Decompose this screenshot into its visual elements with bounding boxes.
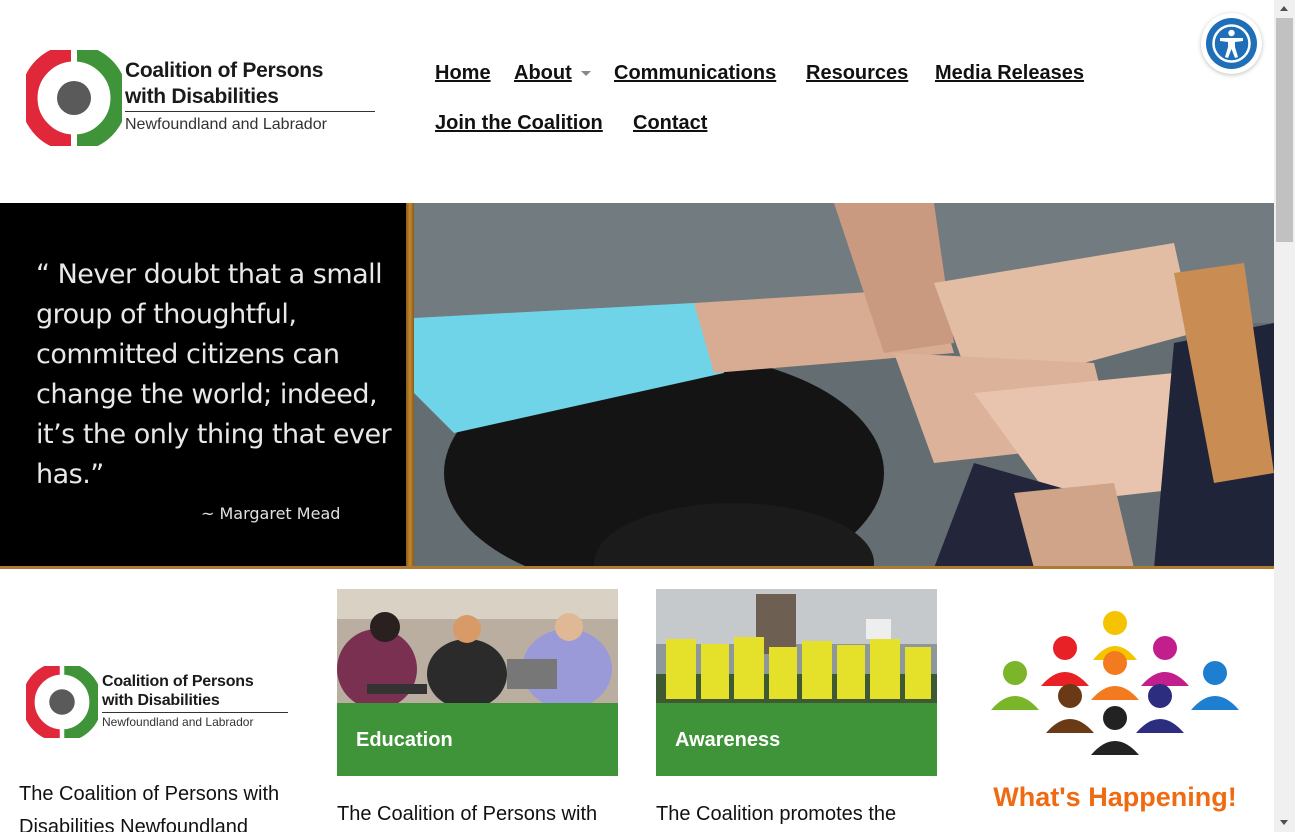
small-logo-line-1: Coalition of Persons (102, 673, 254, 690)
logo-line-3: Newfoundland and Labrador (125, 116, 327, 133)
nav-media-releases[interactable]: Media Releases (935, 62, 1084, 85)
site-logo[interactable]: Coalition of Persons with Disabilities N… (18, 40, 398, 158)
nav-about-label: About (514, 62, 572, 84)
hero-bottom-rule (0, 566, 1274, 569)
hero-divider (406, 203, 414, 568)
nav-home[interactable]: Home (435, 62, 491, 85)
awareness-photo (656, 589, 937, 703)
hero-quote: “ Never doubt that a small group of thou… (36, 259, 392, 490)
nav-communications[interactable]: Communications (614, 62, 776, 85)
people-group-icon (991, 611, 1239, 755)
hero-banner: “ Never doubt that a small group of thou… (0, 203, 1274, 568)
nav-about[interactable]: About (514, 62, 591, 85)
education-photo (337, 589, 618, 703)
accessibility-icon (1206, 18, 1257, 69)
nav-resources[interactable]: Resources (806, 62, 908, 85)
small-logo-line-3: Newfoundland and Labrador (102, 715, 254, 729)
scroll-down-icon[interactable] (1280, 820, 1288, 825)
awareness-card[interactable]: Awareness (656, 589, 937, 776)
logo-line-1: Coalition of Persons (125, 59, 324, 82)
nav-join-the-coalition[interactable]: Join the Coalition (435, 112, 603, 135)
small-logo-divider (102, 712, 288, 713)
logo-divider (125, 111, 375, 112)
site-header: Coalition of Persons with Disabilities N… (0, 0, 1274, 203)
accessibility-button[interactable] (1201, 13, 1262, 74)
about-intro-text: The Coalition of Persons with Disabiliti… (19, 783, 280, 832)
education-card[interactable]: Education (337, 589, 618, 776)
page-scrollbar[interactable] (1274, 0, 1295, 832)
coalition-logo-mark-small (26, 666, 98, 738)
education-text: The Coalition of Persons with (337, 803, 598, 825)
scrollbar-thumb[interactable] (1276, 18, 1293, 242)
coalition-logo-mark (26, 50, 122, 146)
scroll-up-icon[interactable] (1280, 6, 1288, 11)
hands-together-photo (414, 203, 1274, 568)
logo-line-2: with Disabilities (125, 85, 279, 108)
small-logo-line-2: with Disabilities (102, 692, 220, 709)
awareness-text: The Coalition promotes the (656, 803, 897, 825)
nav-contact[interactable]: Contact (633, 112, 707, 135)
awareness-label: Awareness (656, 703, 937, 776)
chevron-down-icon (580, 71, 591, 77)
hero-attribution: ~ Margaret Mead (201, 504, 341, 523)
coalition-logo-small: Coalition of Persons with Disabilities N… (18, 650, 298, 745)
education-label: Education (337, 703, 618, 776)
whats-happening-label: What's Happening! (993, 782, 1237, 812)
